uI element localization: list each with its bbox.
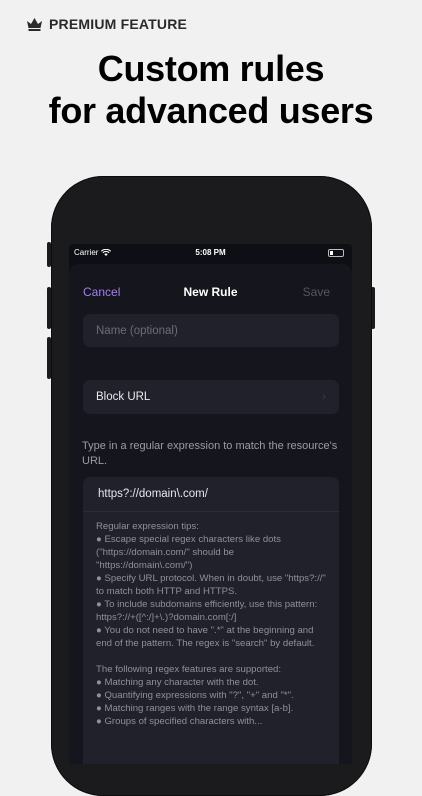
premium-badge: PREMIUM FEATURE [27, 16, 187, 32]
supported-heading: The following regex features are support… [96, 664, 282, 675]
chevron-right-icon: › [322, 391, 326, 403]
regex-tips: Regular expression tips: ● Escape specia… [96, 520, 332, 728]
headline-line-1: Custom rules [97, 48, 325, 89]
supported-item: ● Matching ranges with the range syntax … [96, 703, 294, 714]
crown-icon [27, 17, 42, 31]
headline: Custom rules for advanced users [0, 48, 422, 132]
tip-item: ● Specify URL protocol. When in doubt, u… [96, 573, 326, 597]
tip-item: ● Escape special regex characters like d… [96, 534, 281, 571]
supported-item: ● Quantifying expressions with "?", "+" … [96, 690, 294, 701]
rule-action-label: Block URL [96, 391, 151, 403]
supported-item: ● Matching any character with the dot. [96, 677, 259, 688]
rule-name-input[interactable] [83, 314, 339, 347]
regex-input[interactable] [96, 487, 330, 501]
supported-item: ● Groups of specified characters with... [96, 716, 263, 727]
status-bar: Carrier 5:08 PM [69, 244, 352, 262]
tip-item: ● You do not need to have ".*" at the be… [96, 625, 315, 649]
premium-badge-label: PREMIUM FEATURE [49, 16, 188, 32]
tips-heading: Regular expression tips: [96, 521, 199, 532]
new-rule-sheet: Cancel New Rule Save Block URL › Type in… [69, 264, 352, 764]
rule-action-row[interactable]: Block URL › [83, 380, 339, 414]
regex-help-text: Type in a regular expression to match th… [82, 440, 338, 467]
phone-screen: Carrier 5:08 PM Cancel New Rule Save Blo… [69, 244, 352, 764]
divider [83, 511, 339, 512]
save-button[interactable]: Save [303, 285, 330, 299]
tip-item: ● To include subdomains efficiently, use… [96, 599, 318, 623]
headline-line-2: for advanced users [48, 90, 374, 131]
status-time: 5:08 PM [195, 248, 226, 257]
battery-icon [328, 249, 344, 257]
nav-bar: Cancel New Rule Save [69, 285, 352, 305]
regex-editor: Regular expression tips: ● Escape specia… [83, 477, 339, 764]
